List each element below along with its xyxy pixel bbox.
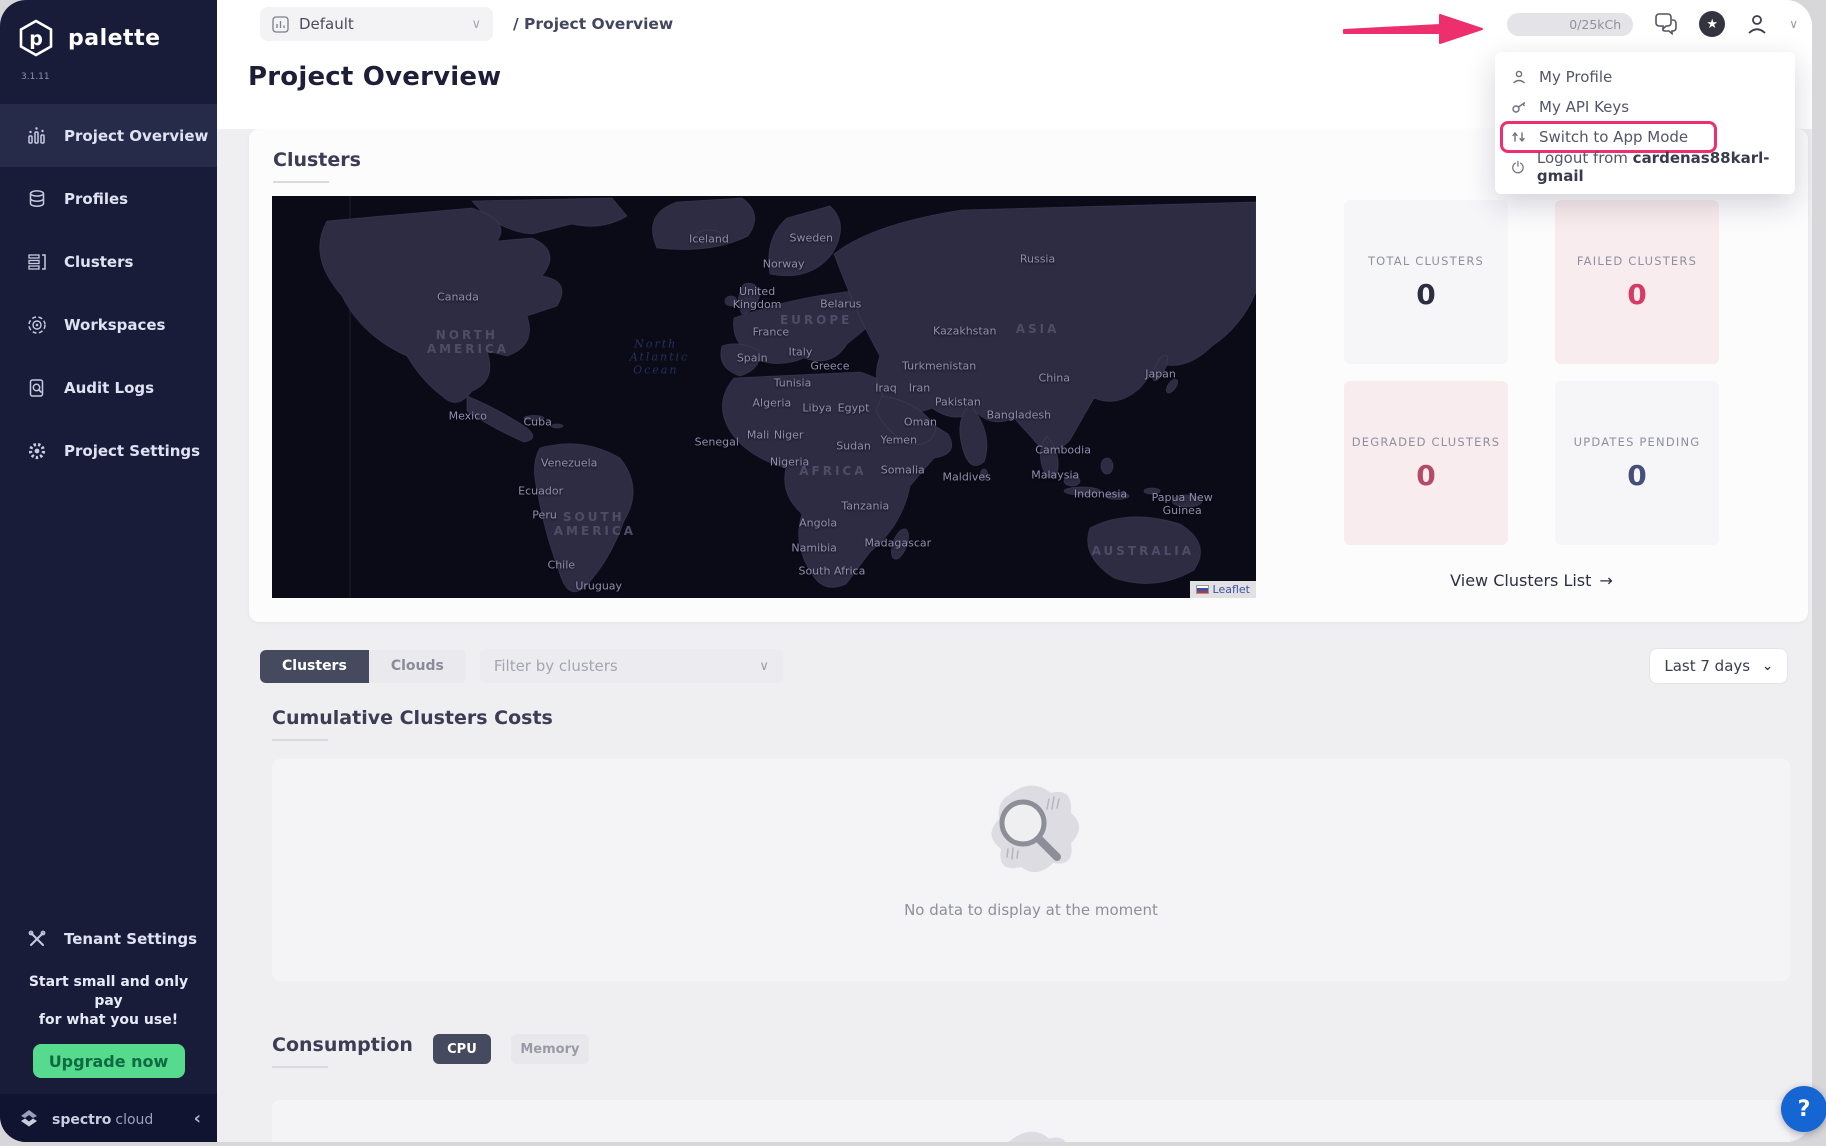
stat-total-clusters: TOTAL CLUSTERS 0 bbox=[1344, 200, 1508, 364]
filter-row: Clusters Clouds Filter by clusters ∨ Las… bbox=[260, 648, 1788, 684]
no-data-illustration bbox=[971, 775, 1091, 895]
project-selector[interactable]: Default ∨ bbox=[260, 7, 493, 41]
help-button[interactable]: ? bbox=[1781, 1086, 1826, 1132]
breadcrumb: / Project Overview bbox=[513, 15, 673, 33]
menu-item-my-profile[interactable]: My Profile bbox=[1495, 62, 1795, 92]
sidebar-item-tenant-settings[interactable]: Tenant Settings bbox=[0, 913, 217, 965]
sidebar-item-profiles[interactable]: Profiles bbox=[0, 167, 217, 230]
upgrade-now-button[interactable]: Upgrade now bbox=[33, 1044, 185, 1078]
workspaces-icon bbox=[26, 314, 48, 336]
upgrade-promo-text: Start small and only pay for what you us… bbox=[0, 965, 217, 1030]
sidebar-item-label: Tenant Settings bbox=[64, 930, 197, 948]
menu-item-my-api-keys[interactable]: My API Keys bbox=[1495, 92, 1795, 122]
palette-logo-icon: p bbox=[16, 18, 56, 58]
tools-icon bbox=[26, 928, 48, 950]
flag-icon bbox=[1196, 585, 1209, 594]
topbar: Default ∨ / Project Overview 0/25kCh ★ bbox=[217, 0, 1812, 48]
filter-by-clusters-select[interactable]: Filter by clusters ∨ bbox=[480, 649, 783, 683]
app-window: p palette 3.1.11 Project Overview bbox=[0, 0, 1812, 1142]
project-chart-icon bbox=[272, 16, 289, 33]
clusters-icon bbox=[26, 251, 48, 273]
sidebar-item-audit-logs[interactable]: Audit Logs bbox=[0, 356, 217, 419]
cluster-stats-grid: TOTAL CLUSTERS 0 FAILED CLUSTERS 0 DEGRA… bbox=[1344, 200, 1719, 545]
user-dropdown-menu: My Profile My API Keys Switch to App Mod… bbox=[1495, 52, 1795, 194]
topbar-actions: 0/25kCh ★ ∨ bbox=[1507, 11, 1798, 37]
consumption-empty-state bbox=[272, 1100, 1790, 1142]
svg-text:p: p bbox=[29, 28, 43, 50]
chevron-down-icon: ⌄ bbox=[1762, 659, 1773, 674]
spectro-cloud-logo-icon bbox=[16, 1105, 42, 1131]
chat-icon[interactable] bbox=[1653, 12, 1679, 36]
clusters-card: Clusters bbox=[249, 129, 1808, 622]
consumption-section-title: Consumption bbox=[272, 1034, 413, 1068]
sidebar-item-label: Project Overview bbox=[64, 127, 208, 145]
sidebar-item-label: Profiles bbox=[64, 190, 128, 208]
person-icon bbox=[1511, 69, 1527, 85]
arrow-right-icon: → bbox=[1599, 571, 1612, 590]
consumption-row: Consumption CPU Memory bbox=[272, 1034, 589, 1068]
app-version: 3.1.11 bbox=[0, 58, 217, 82]
sidebar-item-project-settings[interactable]: Project Settings bbox=[0, 419, 217, 482]
sidebar-item-label: Project Settings bbox=[64, 442, 200, 460]
stat-updates-pending: UPDATES PENDING 0 bbox=[1555, 381, 1719, 545]
sidebar-item-clusters[interactable]: Clusters bbox=[0, 230, 217, 293]
costs-section-title: Cumulative Clusters Costs bbox=[272, 707, 553, 741]
switch-mode-icon bbox=[1511, 129, 1527, 145]
collapse-sidebar-chevron-icon[interactable]: ‹ bbox=[194, 1108, 201, 1129]
no-data-text: No data to display at the moment bbox=[904, 901, 1158, 919]
tab-clusters[interactable]: Clusters bbox=[260, 650, 369, 683]
world-map-svg bbox=[272, 196, 1256, 598]
sidebar-item-label: Workspaces bbox=[64, 316, 165, 334]
stat-degraded-clusters: DEGRADED CLUSTERS 0 bbox=[1344, 381, 1508, 545]
sidebar-footer: spectrocloud ‹ bbox=[0, 1094, 217, 1142]
usage-quota-pill: 0/25kCh bbox=[1507, 13, 1633, 36]
sidebar-item-label: Audit Logs bbox=[64, 379, 154, 397]
star-settings-icon[interactable]: ★ bbox=[1699, 11, 1725, 37]
no-data-illustration bbox=[976, 1122, 1086, 1142]
project-selector-value: Default bbox=[299, 15, 354, 33]
tab-clouds[interactable]: Clouds bbox=[369, 650, 466, 683]
user-avatar-icon[interactable] bbox=[1745, 12, 1769, 36]
logo-row: p palette bbox=[0, 0, 217, 58]
sidebar-item-workspaces[interactable]: Workspaces bbox=[0, 293, 217, 356]
app-name: palette bbox=[68, 26, 161, 51]
sidebar-item-project-overview[interactable]: Project Overview bbox=[0, 104, 217, 167]
power-icon bbox=[1511, 159, 1525, 175]
sidebar-nav: Project Overview Profiles Clusters bbox=[0, 104, 217, 482]
cpu-toggle-button[interactable]: CPU bbox=[433, 1034, 491, 1064]
memory-toggle-button[interactable]: Memory bbox=[511, 1034, 589, 1064]
sidebar-item-label: Clusters bbox=[64, 253, 133, 271]
project-overview-icon bbox=[26, 125, 48, 147]
view-clusters-list-link[interactable]: View Clusters List→ bbox=[1344, 571, 1719, 590]
clusters-world-map[interactable]: IcelandSwedenNorwayRussiaCanadaUnited Ki… bbox=[272, 196, 1256, 598]
menu-item-switch-to-app-mode[interactable]: Switch to App Mode bbox=[1495, 122, 1795, 152]
date-range-select[interactable]: Last 7 days ⌄ bbox=[1649, 648, 1788, 684]
map-attribution[interactable]: Leaflet bbox=[1190, 581, 1256, 598]
menu-item-logout[interactable]: Logout from cardenas88karl-gmail bbox=[1495, 152, 1795, 182]
audit-logs-icon bbox=[26, 377, 48, 399]
sidebar-bottom: Tenant Settings Start small and only pay… bbox=[0, 913, 217, 1094]
costs-empty-state: No data to display at the moment bbox=[272, 759, 1790, 981]
profiles-icon bbox=[26, 188, 48, 210]
stat-failed-clusters: FAILED CLUSTERS 0 bbox=[1555, 200, 1719, 364]
brand-spectro: spectro bbox=[52, 1112, 111, 1128]
content-panel: Clusters bbox=[217, 129, 1812, 1142]
chevron-down-icon: ∨ bbox=[471, 17, 481, 32]
gear-icon bbox=[26, 440, 48, 462]
key-icon bbox=[1511, 99, 1527, 115]
scope-tabs: Clusters Clouds bbox=[260, 650, 466, 683]
clusters-card-title: Clusters bbox=[273, 149, 361, 183]
user-menu-chevron-icon[interactable]: ∨ bbox=[1789, 17, 1798, 31]
brand-cloud: cloud bbox=[115, 1112, 153, 1128]
chevron-down-icon: ∨ bbox=[759, 659, 769, 674]
sidebar: p palette 3.1.11 Project Overview bbox=[0, 0, 217, 1142]
